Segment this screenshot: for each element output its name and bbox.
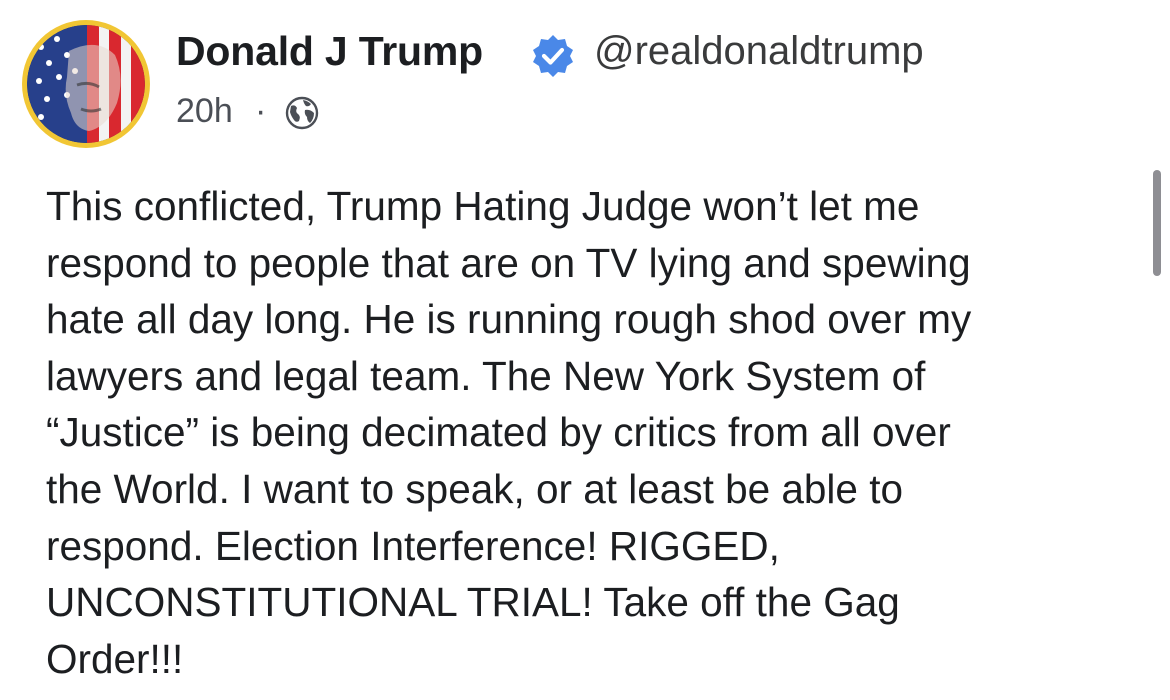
post-body-line: the World. I want to speak, or at least … — [46, 465, 903, 512]
meta-separator: · — [255, 92, 267, 130]
avatar-image — [27, 25, 145, 143]
post-body-line: UNCONSTITUTIONAL TRIAL! Take off the Gag — [46, 579, 900, 626]
author-handle[interactable]: @realdonaldtrump — [594, 29, 924, 74]
post-body-text: This conflicted, Trump Hating Judge won’… — [46, 178, 1136, 687]
post-card: Donald J Trump @realdonaldtrump 20h · Th… — [0, 0, 1170, 700]
post-body-line: Order!!! — [46, 635, 184, 682]
post-body-line: hate all day long. He is running rough s… — [46, 296, 972, 343]
post-body-line: respond. Election Interference! RIGGED, — [46, 522, 780, 569]
verified-badge-icon — [533, 35, 573, 77]
post-body-line: This conflicted, Trump Hating Judge won’… — [46, 183, 920, 229]
post-body-line: “Justice” is being decimated by critics … — [46, 409, 951, 456]
author-name[interactable]: Donald J Trump — [176, 28, 483, 75]
profile-avatar[interactable] — [22, 20, 150, 148]
post-body-line: lawyers and legal team. The New York Sys… — [46, 352, 926, 399]
post-body-line: respond to people that are on TV lying a… — [46, 239, 971, 286]
globe-icon — [285, 96, 319, 130]
scrollbar-thumb[interactable] — [1153, 170, 1161, 276]
post-timestamp[interactable]: 20h — [176, 92, 233, 131]
